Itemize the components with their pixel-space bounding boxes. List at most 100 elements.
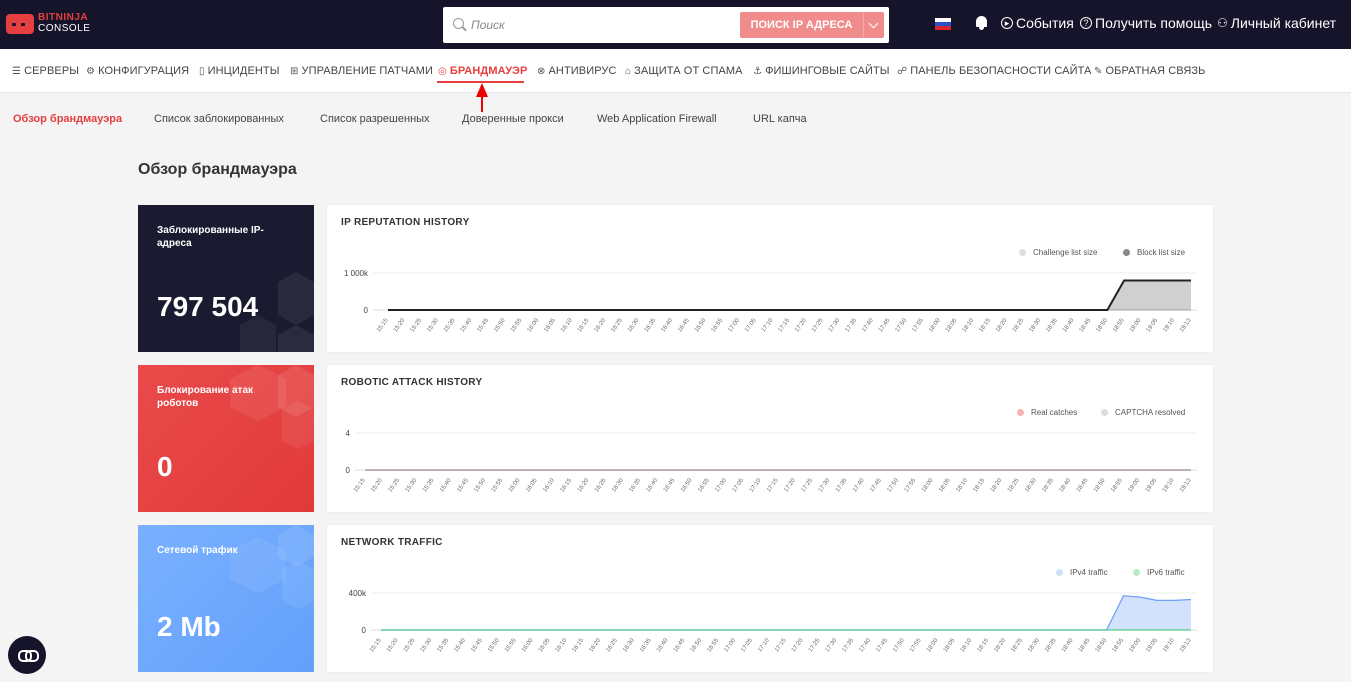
lock-icon: ⌂ — [625, 65, 632, 77]
x-tick-label: 16:20 — [594, 317, 608, 333]
x-tick-label: 15:25 — [410, 317, 424, 333]
x-tick-label: 18:25 — [1012, 317, 1026, 333]
y-tick-label: 0 — [346, 466, 351, 475]
x-tick-label: 15:20 — [386, 637, 400, 653]
events-link[interactable]: ▸ События — [1001, 15, 1074, 31]
x-tick-label: 18:10 — [962, 317, 976, 333]
x-tick-label: 17:20 — [783, 477, 797, 493]
x-tick-label: 16:25 — [610, 317, 624, 333]
x-tick-label: 18:30 — [1029, 317, 1043, 333]
bell-icon[interactable] — [975, 16, 988, 30]
nav-patch-management[interactable]: ⊞ УПРАВЛЕНИЕ ПАТЧАМИ — [290, 65, 433, 77]
bitninja-logo[interactable]: BITNINJA CONSOLE — [6, 12, 90, 38]
x-tick-label: 19:13 — [1179, 637, 1193, 653]
help-label: Получить помощь — [1095, 15, 1213, 31]
russian-flag-icon[interactable] — [935, 18, 951, 30]
nav-firewall[interactable]: ◎ БРАНДМАУЭР — [438, 65, 527, 77]
stat-robot-attacks[interactable]: Блокирование атак роботов 0 — [138, 365, 314, 512]
search-icon — [453, 18, 464, 29]
x-tick-label: 15:35 — [422, 477, 436, 493]
x-tick-label: 16:15 — [572, 637, 586, 653]
nav-spam-protection[interactable]: ⌂ ЗАЩИТА ОТ СПАМА — [625, 65, 743, 77]
x-tick-label: 17:10 — [761, 317, 775, 333]
nav-label: БРАНДМАУЭР — [449, 65, 528, 77]
x-tick-label: 15:15 — [369, 637, 383, 653]
nav-phishing-sites[interactable]: ⚓ ФИШИНГОВЫЕ САЙТЫ — [753, 65, 890, 77]
x-tick-label: 18:15 — [977, 637, 991, 653]
nav-antivirus[interactable]: ⊗ АНТИВИРУС — [537, 65, 617, 77]
x-tick-label: 18:30 — [1024, 477, 1038, 493]
subtab-trusted-proxies[interactable]: Доверенные прокси — [462, 113, 564, 125]
series-line[interactable] — [388, 279, 1191, 311]
y-tick-label: 1 000k — [344, 269, 369, 278]
x-tick-label: 15:55 — [491, 477, 505, 493]
nav-site-security-panel[interactable]: ☍ ПАНЕЛЬ БЕЗОПАСНОСТИ САЙТА — [897, 65, 1091, 77]
pencil-icon: ✎ — [1094, 65, 1103, 77]
x-tick-label: 15:50 — [493, 317, 507, 333]
subtab-waf[interactable]: Web Application Firewall — [597, 113, 717, 125]
x-tick-label: 17:30 — [818, 477, 832, 493]
network-traffic-chart: 400k 015:15 15:20 15:25 15:30 15:35 15:40 15:45… — [349, 589, 1197, 653]
gear-icon: ⚙ — [86, 65, 96, 77]
x-tick-label: 18:00 — [926, 637, 940, 653]
chevron-down-icon[interactable] — [863, 12, 884, 38]
x-tick-label: 17:20 — [794, 317, 808, 333]
annotation-arrow-shaft — [481, 97, 483, 112]
x-tick-label: 17:10 — [757, 637, 771, 653]
search-ip-button[interactable]: ПОИСК IP АДРЕСА — [740, 12, 863, 38]
subtab-blocked-list[interactable]: Список заблокированных — [154, 113, 284, 125]
x-tick-label: 16:05 — [525, 477, 539, 493]
x-tick-label: 18:35 — [1044, 637, 1058, 653]
top-bar: BITNINJA CONSOLE ПОИСК IP АДРЕСА ▸ Событ… — [0, 0, 1351, 49]
nav-label: ПАНЕЛЬ БЕЗОПАСНОСТИ САЙТА — [910, 65, 1092, 77]
x-tick-label: 17:55 — [911, 317, 925, 333]
x-tick-label: 16:55 — [707, 637, 721, 653]
x-tick-label: 18:15 — [973, 477, 987, 493]
x-tick-label: 18:05 — [943, 637, 957, 653]
nav-label: ФИШИНГОВЫЕ САЙТЫ — [765, 65, 890, 77]
nav-incidents[interactable]: ▯ ИНЦИДЕНТЫ — [199, 65, 280, 77]
x-tick-label: 17:30 — [825, 637, 839, 653]
chat-icon[interactable] — [8, 636, 46, 674]
stat-blocked-ips[interactable]: Заблокированные IP-адреса 797 504 — [138, 205, 314, 352]
y-tick-label: 400k — [349, 589, 367, 598]
x-tick-label: 16:45 — [673, 637, 687, 653]
stat-network-traffic[interactable]: Сетевой трафик 2 Mb — [138, 525, 314, 672]
x-tick-label: 19:00 — [1129, 317, 1143, 333]
x-tick-label: 17:15 — [774, 637, 788, 653]
search-input[interactable] — [471, 15, 731, 35]
x-tick-label: 18:25 — [1010, 637, 1024, 653]
x-tick-label: 17:30 — [828, 317, 842, 333]
x-tick-label: 17:45 — [875, 637, 889, 653]
nav-configuration[interactable]: ⚙ КОНФИГУРАЦИЯ — [86, 65, 189, 77]
y-tick-label: 0 — [364, 306, 369, 315]
events-label: События — [1016, 15, 1074, 31]
x-tick-label: 15:35 — [437, 637, 451, 653]
x-tick-label: 16:00 — [527, 317, 541, 333]
x-tick-label: 18:00 — [928, 317, 942, 333]
account-link[interactable]: ⚇ Личный кабинет — [1217, 15, 1336, 31]
x-tick-label: 15:15 — [376, 317, 390, 333]
nav-label: ИНЦИДЕНТЫ — [207, 65, 280, 77]
x-tick-label: 15:50 — [474, 477, 488, 493]
subtab-url-captcha[interactable]: URL капча — [753, 113, 807, 125]
help-link[interactable]: ? Получить помощь — [1080, 15, 1212, 31]
x-tick-label: 19:10 — [1162, 477, 1176, 493]
x-tick-label: 16:45 — [663, 477, 677, 493]
subtab-firewall-overview[interactable]: Обзор брандмауэра — [13, 113, 122, 125]
x-tick-label: 18:50 — [1093, 477, 1107, 493]
x-tick-label: 18:40 — [1059, 477, 1073, 493]
x-tick-label: 16:40 — [661, 317, 675, 333]
x-tick-label: 16:20 — [588, 637, 602, 653]
nav-servers[interactable]: ☰ СЕРВЕРЫ — [12, 65, 79, 77]
x-tick-label: 18:45 — [1079, 317, 1093, 333]
stat-label: Блокирование атак роботов — [157, 385, 254, 409]
robotic-attack-panel: ROBOTIC ATTACK HISTORY Real catches CAPT… — [327, 365, 1213, 512]
nav-feedback[interactable]: ✎ ОБРАТНАЯ СВЯЗЬ — [1094, 65, 1205, 77]
x-tick-label: 15:30 — [426, 317, 440, 333]
series-line[interactable] — [381, 595, 1192, 631]
x-tick-label: 17:35 — [845, 317, 859, 333]
subtab-allowed-list[interactable]: Список разрешенных — [320, 113, 430, 125]
x-tick-label: 15:40 — [460, 317, 474, 333]
x-tick-label: 18:45 — [1076, 477, 1090, 493]
